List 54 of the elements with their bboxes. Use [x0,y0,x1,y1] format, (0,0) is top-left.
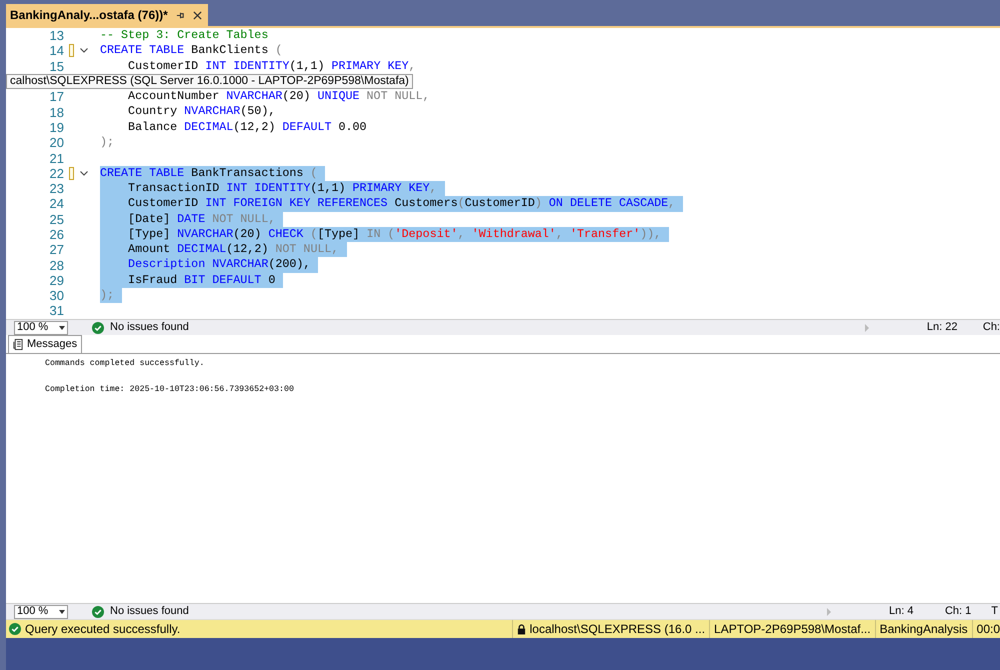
code-line: -- Step 3: Create Tables [100,28,270,44]
line-number: 18 [50,104,64,120]
dropdown-caret-icon [59,326,65,330]
collapse-chevron-icon[interactable] [80,170,88,176]
collapse-chevron-icon[interactable] [80,48,88,54]
tab-title: BankingAnaly...ostafa (76))* [10,7,168,24]
line-number: 30 [50,288,64,304]
column-indicator: Ch: [982,320,1000,336]
lock-icon [516,624,526,634]
code-line: ); [100,135,116,150]
line-number: 27 [50,242,64,258]
message-text: Commands completed successfully. [45,358,206,370]
line-number: 20 [50,135,64,150]
messages-icon [13,339,23,350]
code-line: Balance DECIMAL(12,2) DEFAULT 0.00 [127,120,368,136]
line-number: 13 [50,28,64,44]
query-status: Query executed successfully. [25,621,180,638]
zoom-dropdown[interactable]: 100 % [14,604,68,618]
code-line: AccountNumber NVARCHAR(20) UNIQUE NOT NULL, [127,89,431,104]
issues-status: No issues found [110,320,189,336]
connection-tooltip: calhost\SQLEXPRESS (SQL Server 16.0.1000 - LAPTOP-2P69P598\Mostafa) [6,74,413,90]
messages-tab[interactable]: Messages [8,335,82,353]
message-text: Completion time: 2025-10-10T23:06:56.7393652+03:00 [45,384,295,396]
line-number: 31 [50,303,64,318]
pin-icon[interactable] [176,10,185,20]
code-line: CREATE TABLE BankClients ( [100,43,284,59]
line-number: 22 [50,166,64,181]
document-tab[interactable]: BankingAnaly...ostafa (76))* [6,4,208,26]
code-line: CustomerID INT IDENTITY(1,1) PRIMARY KEY, [127,58,417,74]
check-circle-icon [9,623,21,635]
line-number: 15 [50,58,64,74]
line-number: 23 [50,181,64,196]
code-line: Country NVARCHAR(50), [127,104,276,120]
line-number: 29 [50,272,64,288]
line-indicator: Ln: 22 [926,320,958,336]
server-name: localhost\SQLEXPRESS (16.0 ... [530,621,706,638]
line-number: 21 [50,150,64,166]
line-number: 26 [50,227,64,242]
dropdown-caret-icon [59,610,65,614]
close-icon[interactable] [192,10,202,20]
scroll-arrow-icon [826,608,831,616]
line-indicator: Ln: 4 [888,604,914,620]
zoom-dropdown[interactable]: 100 % [14,320,68,334]
line-number: 17 [50,89,64,104]
line-number: 14 [50,43,64,58]
issues-status: No issues found [110,604,189,620]
line-number: 28 [50,258,64,273]
line-number: 19 [50,120,64,135]
line-number: 24 [50,196,64,212]
column-indicator: Ch: 1 [944,604,972,620]
line-number: 25 [50,212,64,227]
check-circle-icon [92,606,104,618]
scroll-arrow-icon [864,324,869,332]
status-text: T [991,604,998,620]
